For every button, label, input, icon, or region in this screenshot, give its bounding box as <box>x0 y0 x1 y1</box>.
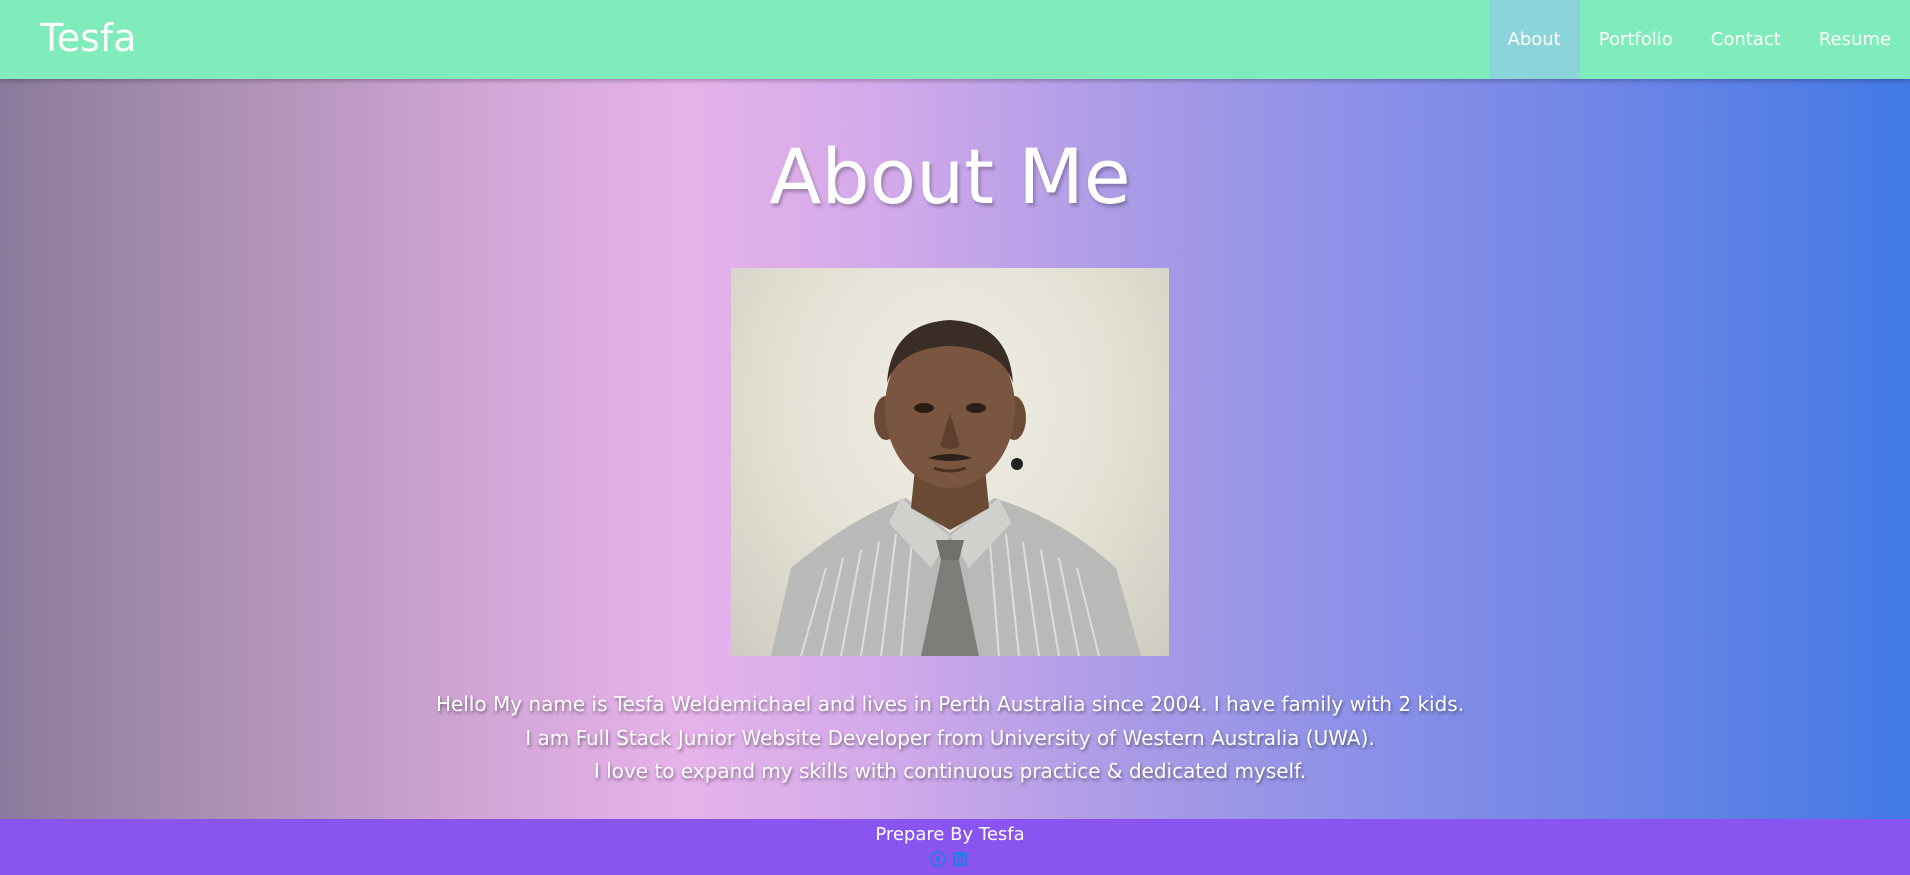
bio-line: I am Full Stack Junior Website Developer… <box>525 725 1375 750</box>
page-title: About Me <box>769 132 1131 221</box>
bio-text: Hello My name is Tesfa Weldemichael and … <box>0 688 1900 789</box>
bio-line: Hello My name is Tesfa Weldemichael and … <box>435 692 1465 716</box>
nav-link-about[interactable]: About <box>1488 0 1580 79</box>
brand-logo[interactable]: Tesfa <box>40 16 137 60</box>
profile-photo <box>731 268 1169 656</box>
nav-link-resume[interactable]: Resume <box>1800 0 1910 79</box>
bio-line: I love to expand my skills with continuo… <box>593 759 1307 783</box>
footer-credit: Prepare By Tesfa <box>875 824 1025 845</box>
navbar: Tesfa About Portfolio Contact Resume <box>0 0 1910 79</box>
social-links <box>930 851 968 867</box>
github-icon[interactable] <box>930 851 946 867</box>
nav-link-portfolio[interactable]: Portfolio <box>1580 0 1692 79</box>
nav-menu: About Portfolio Contact Resume <box>1488 0 1910 79</box>
nav-link-contact[interactable]: Contact <box>1692 0 1800 79</box>
linkedin-icon[interactable] <box>952 851 968 867</box>
